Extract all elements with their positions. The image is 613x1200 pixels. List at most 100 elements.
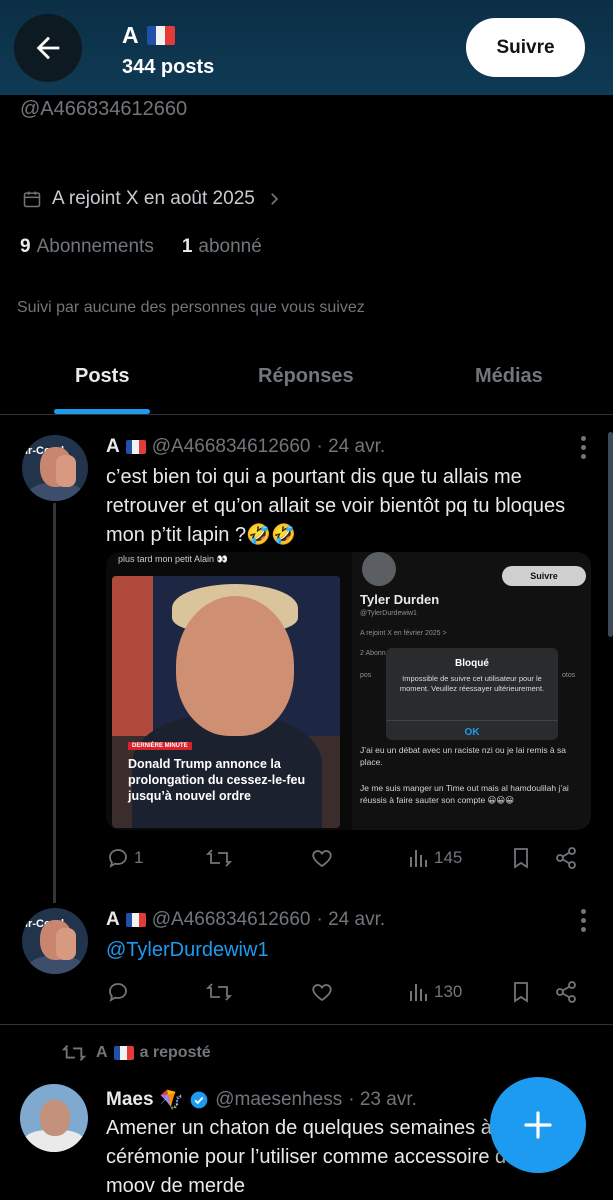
like-button[interactable] bbox=[310, 846, 334, 870]
screenshot-handle: @TylerDurdewiw1 bbox=[360, 610, 417, 617]
follow-button[interactable]: Suivre bbox=[466, 18, 585, 77]
post-author-handle[interactable]: @A466834612660 bbox=[152, 909, 311, 931]
france-flag-icon bbox=[125, 440, 146, 454]
more-icon[interactable] bbox=[581, 436, 587, 463]
post-mention-link[interactable]: @TylerDurdewiw1 bbox=[106, 936, 596, 965]
follow-stats: 9 Abonnements 1 abonné bbox=[20, 236, 262, 258]
screenshot-name: Tyler Durden bbox=[360, 592, 440, 607]
bookmark-icon bbox=[514, 848, 528, 869]
bookmark-button[interactable] bbox=[510, 980, 532, 1004]
post-author-handle[interactable]: @maesenhess bbox=[215, 1089, 342, 1111]
post-author-name[interactable]: A bbox=[106, 909, 120, 931]
post-author-handle[interactable]: @A466834612660 bbox=[152, 436, 311, 458]
followers-link[interactable]: 1 abonné bbox=[182, 236, 262, 258]
views-count: 145 bbox=[434, 848, 463, 867]
views-button[interactable]: 130 bbox=[408, 980, 462, 1004]
profile-handle: @A466834612660 bbox=[20, 98, 188, 120]
calendar-icon bbox=[23, 191, 41, 208]
reply-button[interactable]: 1 bbox=[106, 846, 143, 870]
tab-posts[interactable]: Posts bbox=[75, 365, 129, 388]
dialog-message: Impossible de suivre cet utilisateur pou… bbox=[399, 674, 545, 693]
screenshot-text-1: J’ai eu un débat avec un raciste nzi ou … bbox=[360, 745, 567, 767]
avatar[interactable] bbox=[20, 1084, 88, 1152]
header-posts-count: 344 posts bbox=[122, 56, 215, 78]
reply-button[interactable] bbox=[106, 980, 130, 1004]
active-tab-indicator bbox=[54, 409, 150, 414]
following-link[interactable]: 9 Abonnements bbox=[20, 236, 154, 258]
following-count: 9 bbox=[20, 236, 31, 257]
screenshot-text-2: Je me suis manger un Time out mais al ha… bbox=[360, 783, 569, 805]
followers-label: abonné bbox=[198, 236, 262, 257]
screenshot-tab-right: otos bbox=[562, 672, 576, 679]
thread-line bbox=[53, 503, 56, 903]
repost-suffix: a reposté bbox=[139, 1044, 211, 1061]
france-flag-icon bbox=[146, 26, 175, 45]
retweet-icon bbox=[206, 983, 232, 1001]
reply-count: 1 bbox=[134, 848, 144, 867]
france-flag-icon bbox=[125, 913, 146, 927]
like-icon bbox=[312, 984, 332, 1002]
tab-replies[interactable]: Réponses bbox=[258, 365, 354, 388]
views-button[interactable]: 145 bbox=[408, 846, 462, 870]
news-tag: DERNIÈRE MINUTE bbox=[128, 742, 192, 750]
repost-user[interactable]: A bbox=[96, 1044, 108, 1062]
retweet-button[interactable] bbox=[206, 846, 232, 870]
post-meta: A @A466834612660 · 24 avr. bbox=[106, 436, 385, 458]
post-actions: 1 145 bbox=[106, 846, 586, 874]
post-meta: Maes 🪁 @maesenhess · 23 avr. bbox=[106, 1088, 417, 1112]
chevron-right-icon bbox=[270, 193, 278, 205]
retweet-button[interactable] bbox=[206, 980, 232, 1004]
scrollbar[interactable] bbox=[608, 432, 613, 637]
screenshot-joined: A rejoint X en février 2025 > bbox=[360, 630, 447, 637]
blocked-dialog: Bloqué Impossible de suivre cet utilisat… bbox=[386, 648, 558, 740]
post-divider bbox=[0, 1024, 613, 1025]
joined-date-row[interactable]: A rejoint X en août 2025 bbox=[22, 188, 283, 210]
share-icon bbox=[556, 981, 576, 1003]
tab-media[interactable]: Médias bbox=[475, 365, 543, 388]
views-count: 130 bbox=[434, 982, 463, 1001]
profile-header-bar: A 344 posts Suivre bbox=[0, 0, 613, 95]
screenshot-tab-left: pos bbox=[360, 672, 372, 679]
post-date[interactable]: · 24 avr. bbox=[317, 436, 386, 458]
dialog-ok: OK bbox=[386, 720, 558, 738]
post-date[interactable]: · 24 avr. bbox=[317, 909, 386, 931]
share-button[interactable] bbox=[554, 980, 578, 1004]
screenshot-avatar bbox=[362, 552, 396, 586]
retweet-icon bbox=[62, 1045, 86, 1061]
screenshot-stats: 2 Abonn bbox=[360, 650, 386, 657]
post-text: c’est bien toi qui a pourtant dis que tu… bbox=[106, 466, 566, 546]
profile-tabs: Posts Réponses Médias bbox=[0, 345, 613, 415]
post-author-name[interactable]: A bbox=[106, 436, 120, 458]
joined-date-text: A rejoint X en août 2025 bbox=[52, 188, 255, 209]
repost-label: A a reposté bbox=[62, 1042, 211, 1064]
reply-icon bbox=[109, 983, 127, 1002]
reply-icon bbox=[109, 849, 127, 868]
compose-plus-icon bbox=[524, 1111, 552, 1139]
bookmark-icon bbox=[514, 982, 528, 1003]
dialog-title: Bloqué bbox=[455, 658, 489, 669]
verified-icon bbox=[190, 1091, 208, 1109]
post-actions: 130 bbox=[106, 980, 586, 1008]
post-meta: A @A466834612660 · 24 avr. bbox=[106, 909, 385, 931]
post-date[interactable]: · 23 avr. bbox=[348, 1089, 417, 1111]
followers-count: 1 bbox=[181, 236, 193, 257]
kite-emoji: 🪁 bbox=[159, 1090, 184, 1111]
views-icon bbox=[410, 850, 427, 867]
more-icon[interactable] bbox=[581, 909, 587, 936]
screenshot-follow-button: Suivre bbox=[502, 566, 586, 586]
back-button[interactable] bbox=[14, 14, 82, 82]
share-icon bbox=[556, 847, 576, 869]
avatar[interactable]: ir-Coral bbox=[22, 435, 88, 501]
header-name: A bbox=[122, 22, 175, 49]
news-headline: Donald Trump annonce la prolongation du … bbox=[128, 757, 306, 803]
following-label: Abonnements bbox=[36, 236, 154, 257]
share-button[interactable] bbox=[554, 846, 578, 870]
like-button[interactable] bbox=[310, 980, 334, 1004]
avatar[interactable]: ir-Coral bbox=[22, 908, 88, 974]
compose-button[interactable] bbox=[490, 1077, 586, 1173]
post-media[interactable]: plus tard mon petit Alain 👀 DERNIÈRE MIN… bbox=[106, 552, 591, 830]
news-image: DERNIÈRE MINUTE Donald Trump annonce la … bbox=[112, 576, 340, 828]
post-author-name[interactable]: Maes bbox=[106, 1089, 154, 1111]
bookmark-button[interactable] bbox=[510, 846, 532, 870]
back-arrow-icon bbox=[36, 36, 60, 60]
